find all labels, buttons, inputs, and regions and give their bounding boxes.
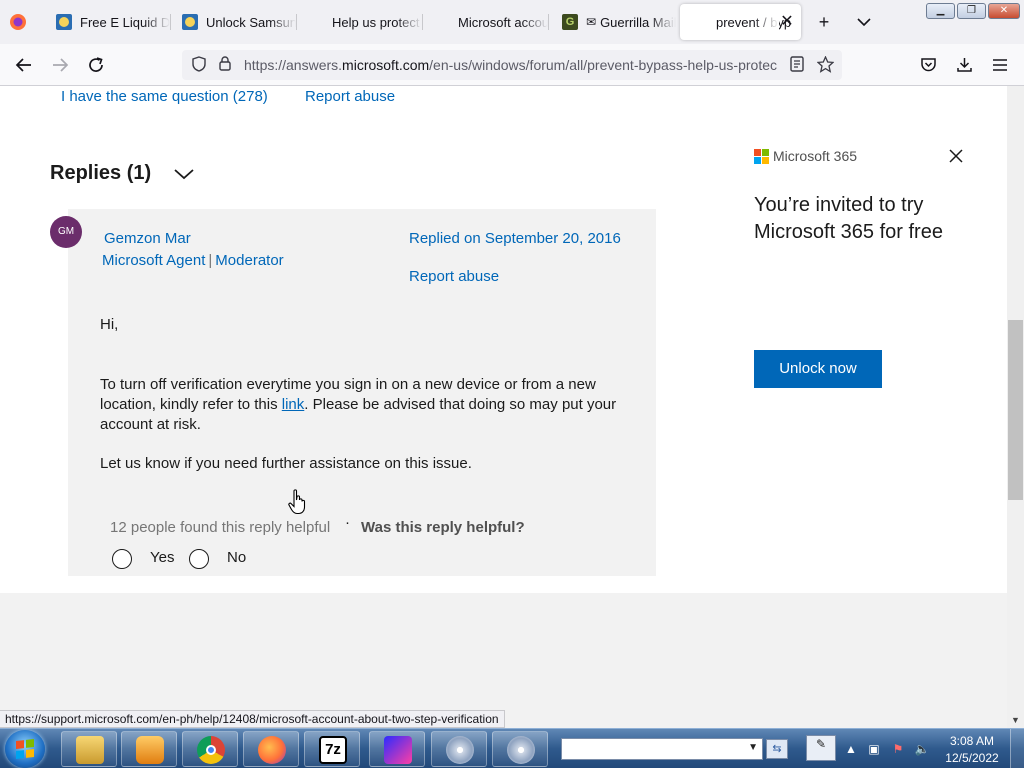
firefox-icon bbox=[258, 736, 286, 764]
helpful-yes-radio[interactable] bbox=[112, 549, 132, 569]
wiki-icon bbox=[182, 14, 198, 30]
navigation-toolbar: https://answers.microsoft.com/en-us/wind… bbox=[0, 44, 1024, 86]
author-role: Microsoft Agent | Moderator bbox=[102, 252, 284, 269]
taskbar-disc-app-2[interactable] bbox=[492, 731, 548, 767]
microsoft-logo-icon bbox=[754, 149, 769, 164]
start-button[interactable] bbox=[5, 730, 45, 768]
moderator-link[interactable]: Moderator bbox=[215, 252, 283, 269]
microsoft-icon bbox=[434, 14, 450, 30]
avatar[interactable]: GM bbox=[50, 216, 82, 248]
report-abuse-link[interactable]: Report abuse bbox=[305, 88, 395, 105]
separator-dot: · bbox=[345, 514, 350, 531]
pocket-icon[interactable] bbox=[914, 51, 942, 79]
taskbar-7zip[interactable]: 7z bbox=[304, 731, 360, 767]
taskbar-disc-app[interactable] bbox=[431, 731, 487, 767]
tab-microsoft-account[interactable]: Microsoft accou bbox=[422, 4, 548, 40]
tab-guerrilla-mail[interactable]: G ✉ Guerrilla Mail bbox=[550, 4, 676, 40]
promo-headline: You’re invited to try Microsoft 365 for … bbox=[754, 194, 943, 243]
folder-icon bbox=[76, 736, 104, 764]
app-icon bbox=[384, 736, 412, 764]
browser-tab-strip: Free E Liquid Do Unlock Samsung Help us … bbox=[0, 0, 1024, 44]
disc-icon bbox=[507, 736, 535, 764]
new-tab-button[interactable]: + bbox=[812, 10, 836, 34]
close-tab-icon[interactable]: ✕ bbox=[779, 14, 795, 30]
author-name-link[interactable]: Gemzon Mar bbox=[104, 230, 191, 247]
helpful-question: Was this reply helpful? bbox=[361, 519, 525, 536]
taskbar-firefox[interactable] bbox=[243, 731, 299, 767]
volume-icon[interactable]: 🔈 bbox=[914, 741, 930, 757]
report-abuse-reply-link[interactable]: Report abuse bbox=[409, 268, 499, 285]
promo-brand: Microsoft 365 bbox=[773, 148, 858, 164]
bookmark-star-icon[interactable] bbox=[815, 55, 835, 74]
back-arrow-icon[interactable] bbox=[10, 51, 38, 79]
windows-taskbar: 7z ▼ ⇆ ✎ ▲ ▣ ⚑ 🔈 3:08 AM 12/5/2022 bbox=[0, 728, 1024, 768]
tab-help-us-protect[interactable]: Help us protect bbox=[296, 4, 422, 40]
firefox-menu-icon[interactable] bbox=[6, 10, 30, 34]
same-question-link[interactable]: I have the same question (278) bbox=[61, 88, 268, 105]
two-step-verification-link[interactable]: link bbox=[282, 396, 305, 413]
chrome-icon bbox=[197, 736, 225, 764]
tab-prevent-bypass[interactable]: prevent / byp ✕ bbox=[680, 4, 801, 40]
lock-icon[interactable] bbox=[216, 56, 234, 74]
reply-paragraph: To turn off verification everytime you s… bbox=[100, 376, 617, 433]
wiki-icon bbox=[56, 14, 72, 30]
clock-time[interactable]: 3:08 AM bbox=[944, 734, 1000, 748]
maximize-window-button[interactable]: ❐ bbox=[957, 3, 986, 19]
microsoft-agent-link[interactable]: Microsoft Agent bbox=[102, 252, 205, 269]
swap-icon[interactable]: ⇆ bbox=[766, 739, 788, 759]
media-player-icon bbox=[136, 736, 164, 764]
close-icon[interactable] bbox=[946, 146, 966, 166]
page-scrollbar[interactable]: ▼ bbox=[1007, 86, 1024, 728]
microsoft-icon bbox=[308, 14, 324, 30]
helpful-count: 12 people found this reply helpful bbox=[110, 519, 331, 536]
flag-alert-icon[interactable]: ⚑ bbox=[890, 741, 906, 757]
dropdown-arrow-icon[interactable]: ▼ bbox=[748, 742, 758, 753]
show-hidden-icons-icon[interactable]: ▲ bbox=[843, 741, 859, 757]
tracking-protection-shield-icon[interactable] bbox=[190, 56, 208, 74]
taskbar-media-player[interactable] bbox=[121, 731, 177, 767]
chevron-down-icon[interactable] bbox=[172, 164, 196, 184]
link-status-url: https://support.microsoft.com/en-ph/help… bbox=[0, 710, 505, 728]
close-window-button[interactable]: ✕ bbox=[988, 3, 1020, 19]
hand-cursor-icon bbox=[288, 489, 306, 515]
taskbar-explorer[interactable] bbox=[61, 731, 117, 767]
mail-icon: ✉ bbox=[586, 15, 597, 29]
reply-greeting: Hi, bbox=[100, 316, 119, 333]
url-text[interactable]: https://answers.microsoft.com/en-us/wind… bbox=[244, 57, 778, 73]
helpful-yes-label[interactable]: Yes bbox=[150, 549, 174, 566]
clock-date[interactable]: 12/5/2022 bbox=[944, 751, 1000, 765]
show-desktop-button[interactable] bbox=[1010, 729, 1024, 768]
scroll-down-arrow-icon[interactable]: ▼ bbox=[1007, 712, 1024, 728]
windows-logo-icon bbox=[16, 739, 34, 759]
address-bar[interactable]: https://answers.microsoft.com/en-us/wind… bbox=[182, 50, 842, 80]
forward-arrow-icon[interactable] bbox=[46, 51, 74, 79]
replied-on-link[interactable]: Replied on September 20, 2016 bbox=[409, 230, 621, 247]
reader-view-icon[interactable] bbox=[788, 56, 806, 74]
replies-heading: Replies (1) bbox=[50, 162, 152, 184]
tab-free-e-liquid[interactable]: Free E Liquid Do bbox=[44, 4, 170, 40]
role-separator: | bbox=[208, 252, 213, 269]
taskbar-address-input[interactable]: ▼ bbox=[561, 738, 763, 760]
downloads-icon[interactable] bbox=[950, 51, 978, 79]
taskbar-app[interactable] bbox=[369, 731, 425, 767]
scrollbar-thumb[interactable] bbox=[1008, 320, 1023, 500]
reply-paragraph: Let us know if you need further assistan… bbox=[100, 455, 472, 472]
tab-unlock-samsung[interactable]: Unlock Samsung bbox=[170, 4, 296, 40]
taskbar-chrome[interactable] bbox=[182, 731, 238, 767]
reload-icon[interactable] bbox=[82, 51, 110, 79]
helpful-no-radio[interactable] bbox=[189, 549, 209, 569]
minimize-window-button[interactable]: ▁ bbox=[926, 3, 955, 19]
guerrilla-icon: G bbox=[562, 14, 578, 30]
web-page-content: I have the same question (278) Report ab… bbox=[0, 86, 1007, 728]
microsoft-icon bbox=[692, 14, 708, 30]
pen-tool-icon[interactable]: ✎ bbox=[806, 735, 836, 761]
7zip-icon: 7z bbox=[319, 736, 347, 764]
network-icon[interactable]: ▣ bbox=[866, 741, 882, 757]
disc-icon bbox=[446, 736, 474, 764]
list-all-tabs-icon[interactable] bbox=[852, 10, 876, 34]
hamburger-menu-icon[interactable] bbox=[986, 51, 1014, 79]
helpful-no-label[interactable]: No bbox=[227, 549, 246, 566]
unlock-now-button[interactable]: Unlock now bbox=[754, 350, 882, 388]
